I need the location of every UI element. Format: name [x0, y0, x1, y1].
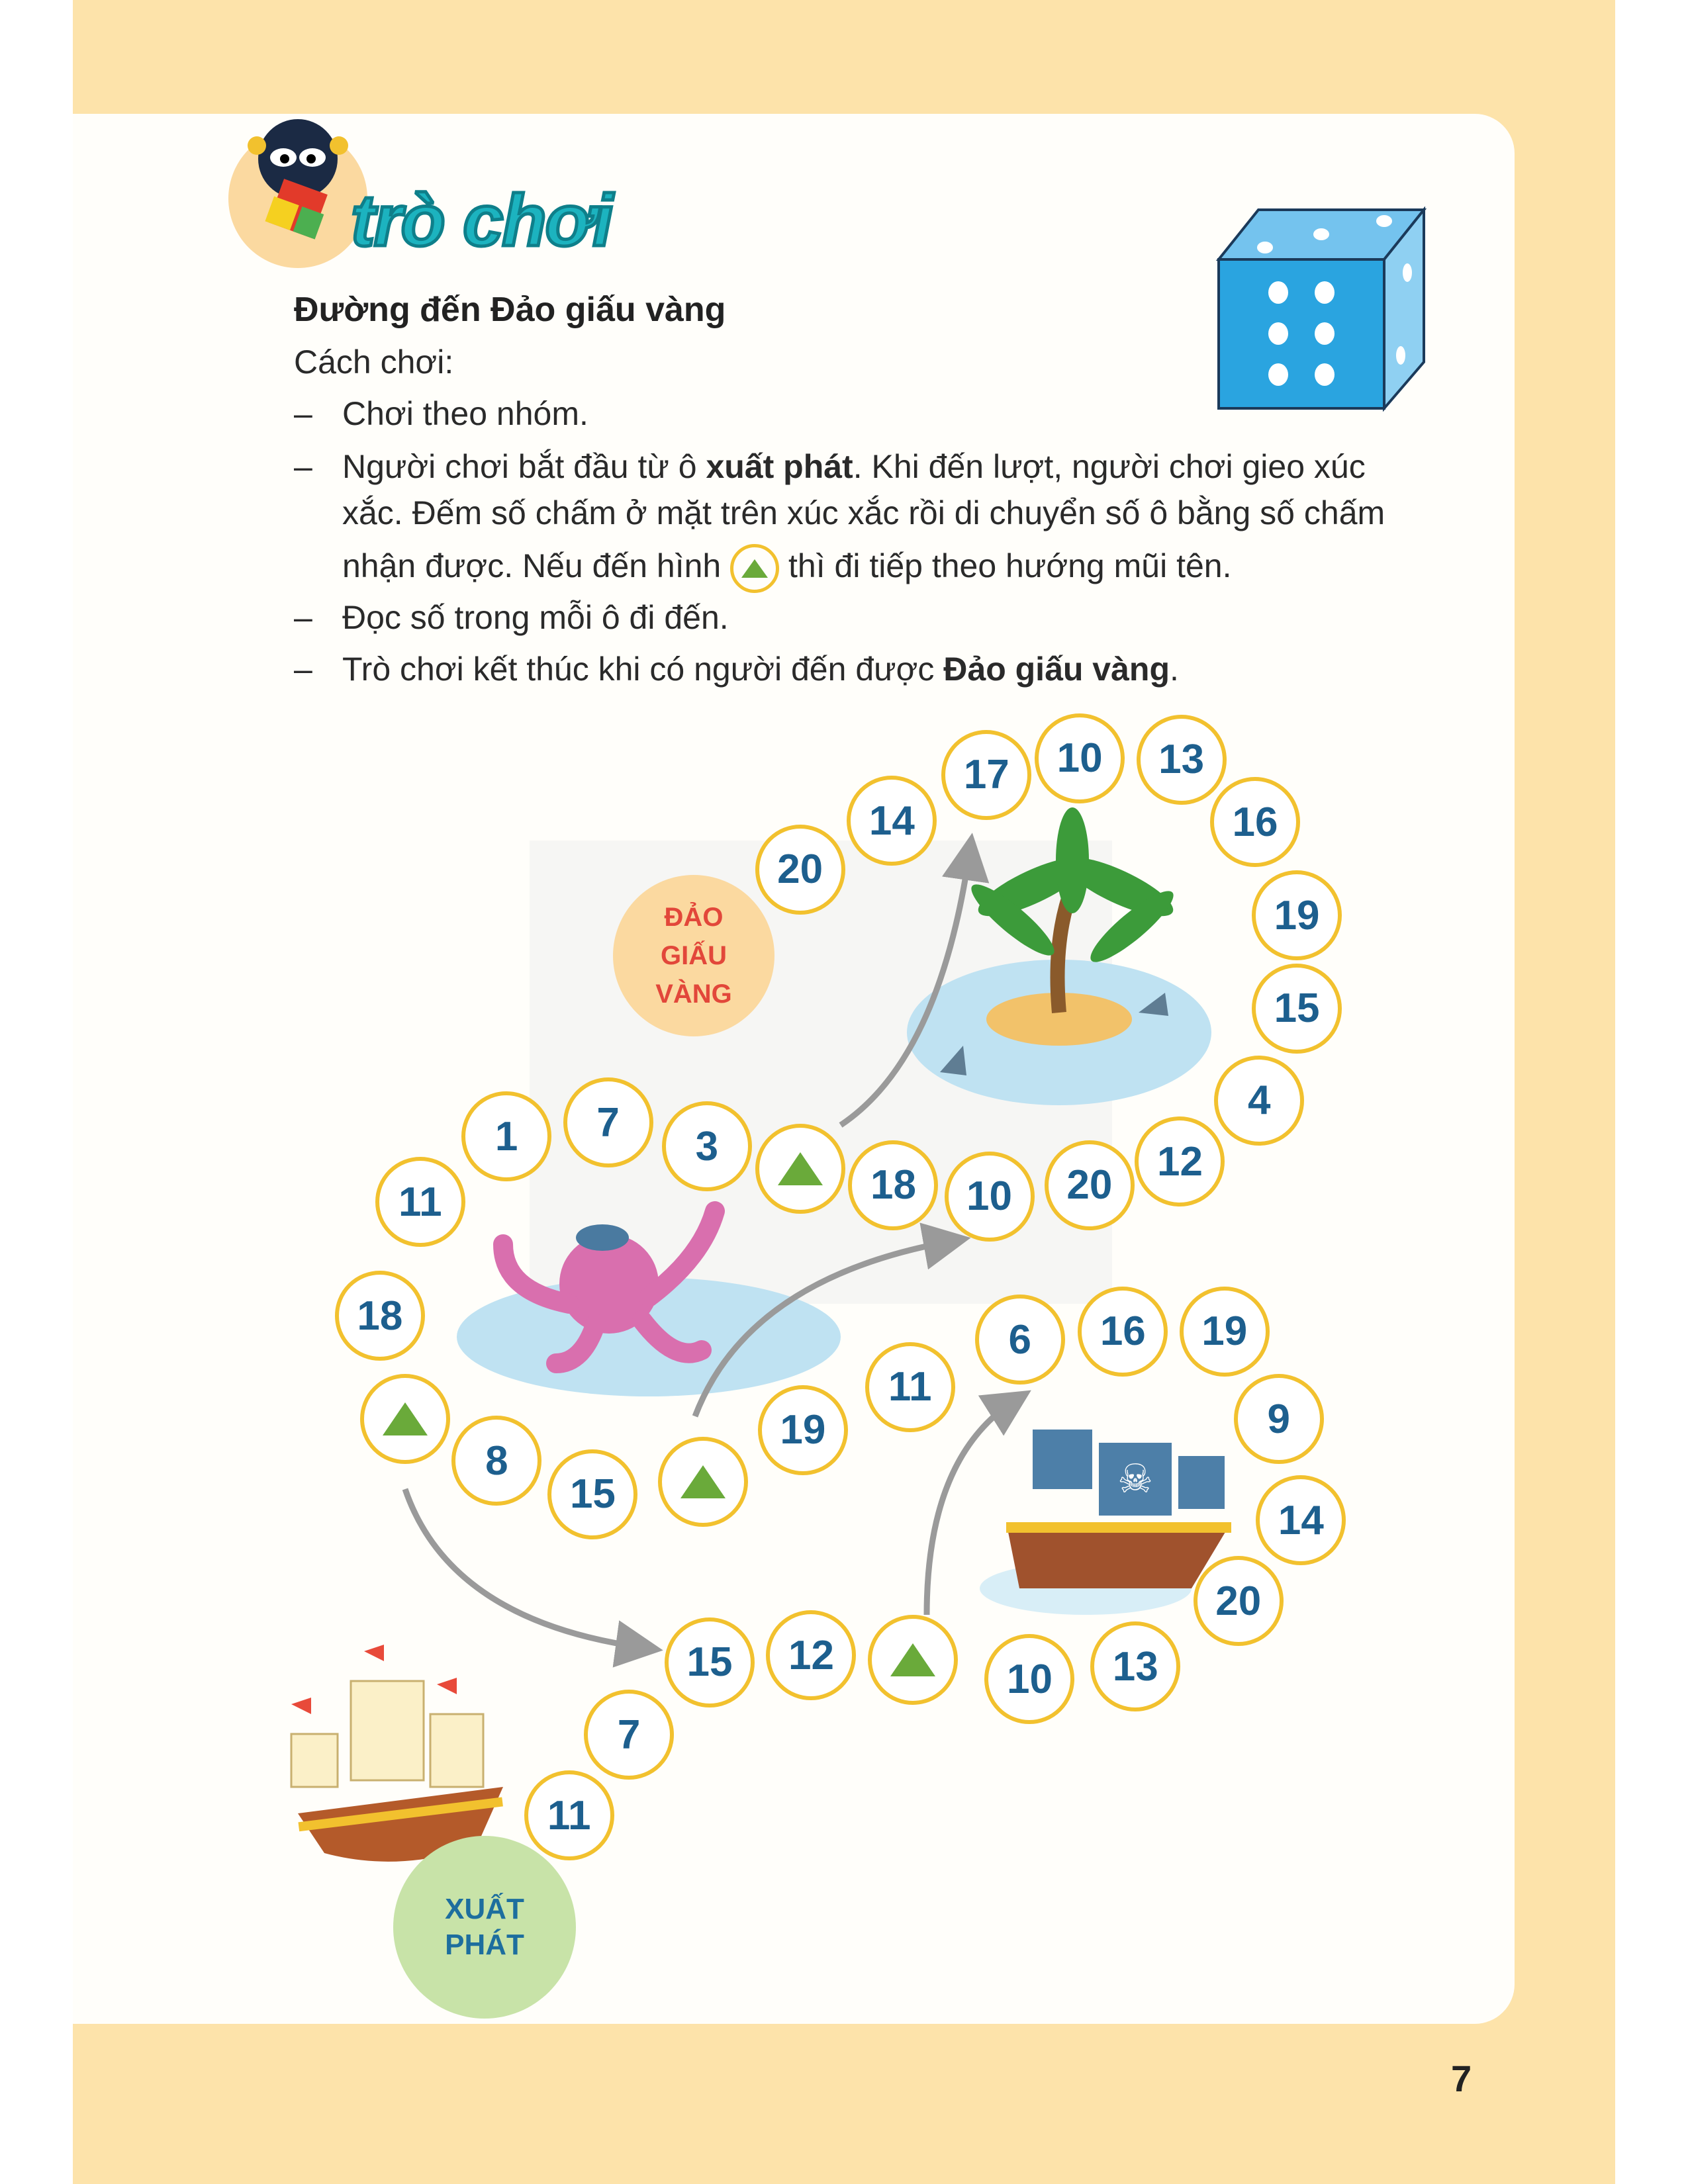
bullet-dash: – — [294, 448, 312, 485]
triangle-symbol-icon — [730, 544, 780, 593]
board-cell: 1 — [461, 1091, 552, 1182]
board-cell: 15 — [665, 1617, 755, 1707]
board-cell: 16 — [1078, 1286, 1168, 1377]
board-cell: 15 — [1252, 963, 1342, 1054]
board-cell: 19 — [757, 1385, 848, 1475]
rule-2-line-1: Người chơi bắt đầu từ ô xuất phát. Khi đ… — [342, 448, 1366, 485]
bullet-dash: – — [294, 651, 312, 688]
board-cell-arrow-jump — [657, 1436, 748, 1527]
board-cell: 18 — [334, 1271, 425, 1361]
bullet-dash: – — [294, 395, 312, 432]
start-zone: XUẤT PHÁT — [393, 1836, 576, 2019]
board-cell: 14 — [847, 776, 937, 866]
page-number: 7 — [1451, 2058, 1472, 2099]
board-cell: 12 — [1135, 1116, 1225, 1207]
board-cell: 19 — [1179, 1286, 1270, 1377]
board-cell: 9 — [1233, 1374, 1324, 1465]
board-cell: 4 — [1214, 1055, 1305, 1146]
board-cell-arrow-jump — [755, 1123, 845, 1214]
board-cell-arrow-jump — [359, 1374, 450, 1465]
board-cell: 11 — [865, 1342, 955, 1432]
board-cell: 3 — [661, 1101, 752, 1192]
board-cell: 10 — [984, 1634, 1075, 1725]
board-cell: 16 — [1210, 777, 1300, 868]
triangle-icon — [777, 1152, 823, 1185]
board-cell: 14 — [1256, 1475, 1346, 1566]
board-cell: 7 — [584, 1690, 675, 1780]
goal-zone-treasure-island: ĐẢO GIẤU VÀNG — [613, 875, 774, 1036]
board-cell: 15 — [547, 1449, 638, 1539]
game-title: Đường đến Đảo giấu vàng — [294, 291, 726, 329]
triangle-icon — [680, 1465, 726, 1498]
board-cell: 10 — [944, 1151, 1035, 1242]
dice-icon — [1215, 206, 1427, 412]
board-cell: 17 — [941, 729, 1032, 820]
board-cell: 19 — [1252, 870, 1342, 961]
board-cell-arrow-jump — [867, 1614, 958, 1705]
board-cell: 7 — [563, 1077, 653, 1168]
board-cell: 11 — [375, 1157, 465, 1248]
rule-2-line-2: xắc. Đếm số chấm ở mặt trên xúc xắc rồi … — [342, 494, 1385, 531]
rule-2-line-3: nhận được. Nếu đến hình thì đi tiếp theo… — [342, 544, 1231, 593]
board-cell: 20 — [755, 824, 845, 915]
rule-1: Chơi theo nhóm. — [342, 395, 588, 432]
board-cell: 20 — [1193, 1556, 1284, 1647]
triangle-icon — [382, 1402, 428, 1436]
board-cell: 8 — [451, 1416, 542, 1506]
rule-3: Đọc số trong mỗi ô đi đến. — [342, 599, 729, 636]
board-cell: 20 — [1044, 1140, 1135, 1230]
board-cell: 13 — [1136, 714, 1227, 805]
board-cell: 11 — [524, 1770, 614, 1861]
board-cell: 10 — [1035, 713, 1125, 803]
board-cell: 13 — [1090, 1621, 1181, 1712]
rule-4: Trò chơi kết thúc khi có người đến được … — [342, 651, 1179, 688]
how-to-play-label: Cách chơi: — [294, 343, 454, 381]
board-cell: 6 — [974, 1295, 1065, 1385]
triangle-icon — [890, 1643, 935, 1676]
section-logo-text: trò chơi — [350, 179, 615, 263]
board-cell: 12 — [766, 1610, 857, 1701]
bullet-dash: – — [294, 599, 312, 636]
board-cell: 18 — [848, 1140, 939, 1230]
